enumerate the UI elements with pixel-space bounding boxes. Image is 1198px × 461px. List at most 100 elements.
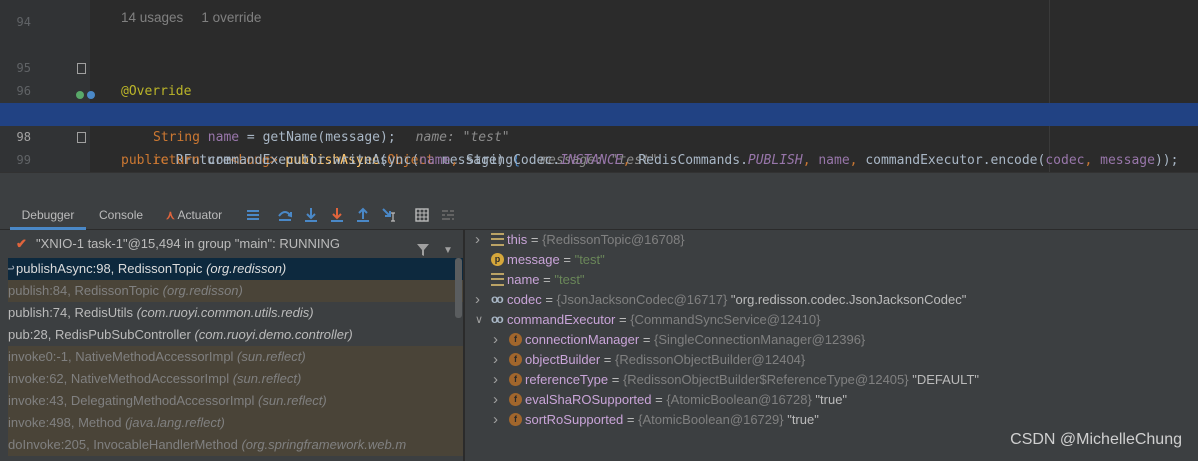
stack-frame[interactable]: publish:74, RedisUtils (com.ruoyi.common… [8,302,463,324]
frame-method: pub:28, RedisPubSubController [8,327,195,342]
variable-name: codec [507,292,542,307]
code-line-98-current[interactable]: 98 return commandExecutor.writeAsync(nam… [0,103,1198,168]
parameter-icon: p [491,253,504,266]
frame-method: invoke:498, Method [8,415,126,430]
variable-row-commandExecutor[interactable]: ∨ oo commandExecutor = {CommandSyncService… [465,310,1198,330]
frames-scrollbar[interactable] [455,258,462,318]
fold-marker-icon[interactable] [77,132,86,143]
variable-text: sortRoSupported = {AtomicBoolean@16729} … [525,412,819,427]
variable-text: evalShaROSupported = {AtomicBoolean@1672… [525,392,848,407]
code-line-99[interactable]: 99 } [0,126,1198,167]
variable-row-this[interactable]: › this = {RedissonTopic@16708} [465,230,1198,250]
frame-method: invoke:43, DelegatingMethodAccessorImpl [8,393,259,408]
frame-package: (com.ruoyi.common.utils.redis) [136,305,314,320]
stack-frame[interactable]: invoke:43, DelegatingMethodAccessorImpl … [8,390,463,412]
chevron-right-icon[interactable]: › [493,350,498,370]
thread-label: "XNIO-1 task-1"@15,494 in group "main": … [36,236,341,251]
frame-package: (org.redisson) [162,283,243,298]
variable-row-message[interactable]: p message = "test" [465,250,1198,270]
variable-value: {CommandSyncService@12410} [630,312,821,327]
chevron-right-icon[interactable]: › [493,410,498,430]
tab-console[interactable]: Console [99,200,143,230]
frame-list[interactable]: ↩publishAsync:98, RedissonTopic (org.red… [0,258,463,461]
frames-pane: ✔ "XNIO-1 task-1"@15,494 in group "main"… [0,230,465,461]
variable-name: message [507,252,560,267]
code-line-97[interactable]: 97 String name = getName(message);name: … [0,80,1198,145]
frame-package: (sun.reflect) [258,393,327,408]
chevron-down-icon[interactable]: ∨ [475,310,483,330]
stack-frame[interactable]: doInvoke:205, InvocableHandlerMethod (or… [8,434,463,456]
stack-frame[interactable]: invoke0:-1, NativeMethodAccessorImpl (su… [8,346,463,368]
chevron-right-icon[interactable]: › [493,330,498,350]
variable-row-connectionManager[interactable]: › f connectionManager = {SingleConnectionM… [465,330,1198,350]
current-stack-frame[interactable]: ↩publishAsync:98, RedissonTopic (org.red… [8,258,463,280]
watermark: CSDN @MichelleChung [1010,431,1182,448]
variables-pane[interactable]: › this = {RedissonTopic@16708} p message = … [465,230,1198,461]
watch-reference-icon: oo [491,292,504,306]
variable-row-evalShaROSupported[interactable]: › f evalShaROSupported = {AtomicBoolean@16… [465,390,1198,410]
variable-text: connectionManager = {SingleConnectionMan… [525,332,866,347]
variable-row-referenceType[interactable]: › f referenceType = {RedissonObjectBuilder… [465,370,1198,390]
chevron-right-icon[interactable]: › [493,390,498,410]
variable-name: sortRoSupported [525,412,624,427]
actuator-icon: ⋏ [166,208,175,222]
variable-row-objectBuilder[interactable]: › f objectBuilder = {RedissonObjectBuilder… [465,350,1198,370]
return-arrow-icon: ↩ [8,261,15,276]
frame-package: (java.lang.reflect) [125,415,225,430]
stack-frame[interactable]: invoke:62, NativeMethodAccessorImpl (sun… [8,368,463,390]
frame-package: (org.springframework.web.m [241,437,407,452]
field-icon: f [509,353,522,366]
step-into-icon[interactable] [303,207,319,223]
variable-string-repr: "true" [811,392,848,407]
variable-icon [491,233,504,246]
variable-row-sortRoSupported[interactable]: › f sortRoSupported = {AtomicBoolean@16729… [465,410,1198,430]
variable-icon [491,273,504,286]
usages-count[interactable]: 14 usages [121,10,183,25]
fold-marker-icon[interactable] [77,63,86,74]
variable-value: "test" [574,252,605,267]
step-over-icon[interactable] [277,207,293,223]
variable-string-repr: "true" [783,412,819,427]
usages-hint[interactable]: 14 usages 1 override [121,10,279,25]
frame-package: (org.redisson) [206,261,287,276]
debug-toolbar: Debugger Console ⋏ Actuator [0,200,1198,230]
override-count[interactable]: 1 override [201,10,261,25]
tab-debugger[interactable]: Debugger [10,200,86,230]
stack-frame[interactable]: invoke:498, Method (java.lang.reflect) [8,412,463,434]
code-line-95[interactable]: 95 @Override [0,34,1198,99]
variable-value: {RedissonObjectBuilder$ReferenceType@124… [622,372,909,387]
code-line-96[interactable]: 96 public RFuture<Long> publishAsync(Obj… [0,57,1198,168]
variable-text: message = "test" [507,252,605,267]
field-icon: f [509,333,522,346]
step-out-icon[interactable] [355,207,371,223]
tab-actuator[interactable]: ⋏ Actuator [166,200,222,230]
run-to-cursor-icon[interactable] [381,207,397,223]
line-number: 94 [16,15,31,29]
variable-text: codec = {JsonJacksonCodec@16717} "org.re… [507,292,967,307]
variable-row-name[interactable]: name = "test" [465,270,1198,290]
field-icon: f [509,393,522,406]
chevron-right-icon[interactable]: › [475,290,480,310]
variable-row-codec[interactable]: › oo codec = {JsonJacksonCodec@16717} "org… [465,290,1198,310]
trace-current-stream-icon[interactable] [440,207,456,223]
tab-actuator-label: Actuator [177,208,223,222]
variable-text: name = "test" [507,272,585,287]
frame-package: (sun.reflect) [237,349,306,364]
variable-value: {AtomicBoolean@16728} [666,392,812,407]
layout-menu-icon[interactable] [245,207,261,223]
variable-text: commandExecutor = {CommandSyncService@12… [507,312,821,327]
watch-reference-icon: oo [491,312,504,326]
evaluate-expression-icon[interactable] [414,207,430,223]
frame-package: (sun.reflect) [232,371,302,386]
panel-splitter[interactable] [0,172,1198,200]
force-step-into-icon[interactable] [329,207,345,223]
stack-frame[interactable]: publish:84, RedissonTopic (org.redisson) [8,280,463,302]
code-line-100[interactable]: 100 [0,149,1198,172]
chevron-right-icon[interactable]: › [475,230,480,250]
chevron-right-icon[interactable]: › [493,370,498,390]
stack-frame[interactable]: pub:28, RedisPubSubController (com.ruoyi… [8,324,463,346]
code-editor[interactable]: 94 14 usages 1 override 95 @Override 96 p… [0,0,1198,172]
variable-text: objectBuilder = {RedissonObjectBuilder@1… [525,352,806,367]
thread-selector[interactable]: ✔ "XNIO-1 task-1"@15,494 in group "main"… [0,230,465,257]
variable-value: {RedissonTopic@16708} [542,232,685,247]
